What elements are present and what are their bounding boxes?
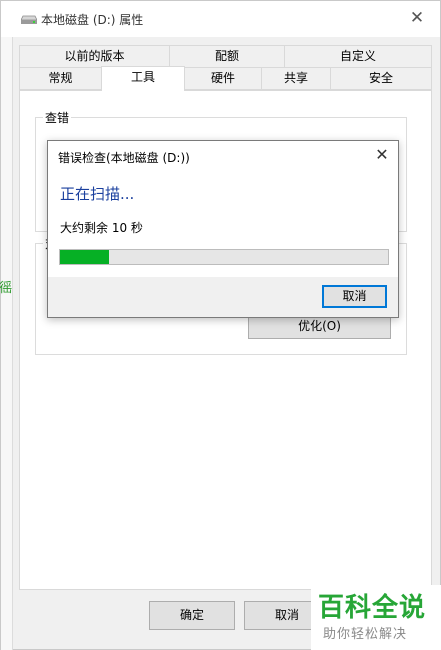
scan-progress-bar	[59, 249, 389, 265]
time-remaining: 大约剩余 10 秒	[60, 221, 143, 235]
watermark-title: 百科全说	[318, 593, 427, 623]
title-bar: 本地磁盘 (D:) 属性 ✕	[1, 1, 440, 37]
properties-window: 本地磁盘 (D:) 属性 ✕ 徭 以前的版本 配额 自定义 常规 工具 硬件 共…	[0, 0, 441, 650]
tab-quota[interactable]: 配额	[169, 45, 285, 68]
tab-hardware[interactable]: 硬件	[184, 67, 262, 90]
progress-fill	[60, 250, 109, 264]
dialog-title: 错误检查(本地磁盘 (D:))	[58, 151, 190, 165]
background-window-edge: 徭	[0, 37, 13, 650]
tab-security[interactable]: 安全	[330, 67, 432, 90]
dialog-content: 错误检查(本地磁盘 (D:)) ✕ 正在扫描... 大约剩余 10 秒	[48, 141, 398, 277]
tab-customize[interactable]: 自定义	[284, 45, 432, 68]
tab-general[interactable]: 常规	[19, 67, 102, 90]
tab-sharing[interactable]: 共享	[261, 67, 331, 90]
watermark-logo: 百科全说 助你轻松解决	[311, 585, 441, 650]
drive-icon	[21, 15, 37, 24]
tab-previous-versions[interactable]: 以前的版本	[19, 45, 170, 68]
close-icon[interactable]: ✕	[406, 7, 428, 29]
scan-heading: 正在扫描...	[60, 185, 135, 203]
watermark-subtitle: 助你轻松解决	[323, 627, 408, 642]
window-title: 本地磁盘 (D:) 属性	[41, 13, 144, 27]
dialog-cancel-button[interactable]: 取消	[322, 285, 387, 308]
error-check-dialog: 错误检查(本地磁盘 (D:)) ✕ 正在扫描... 大约剩余 10 秒 取消	[47, 140, 399, 318]
partial-text: 徭	[0, 281, 13, 296]
error-check-label: 查错	[43, 109, 72, 126]
tab-tools[interactable]: 工具	[101, 66, 185, 91]
ok-button[interactable]: 确定	[149, 601, 235, 630]
dialog-close-icon[interactable]: ✕	[372, 145, 392, 164]
